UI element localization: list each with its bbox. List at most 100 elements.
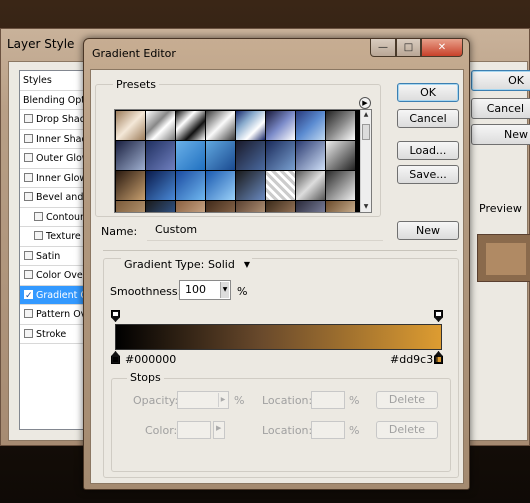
style-checkbox[interactable] [24, 328, 33, 338]
preset-swatch[interactable] [296, 171, 325, 200]
preset-swatch[interactable] [266, 201, 295, 212]
styles-list-item-label: Styles [23, 75, 52, 86]
scroll-thumb[interactable] [362, 124, 370, 140]
color-options-icon[interactable]: ▶ [213, 421, 225, 439]
delete-color-stop-button[interactable]: Delete [376, 421, 438, 439]
preset-swatch[interactable] [176, 201, 205, 212]
opacity-location-label: Location: [262, 394, 313, 407]
preset-swatch[interactable] [296, 201, 325, 212]
save-button[interactable]: Save... [397, 165, 459, 184]
preset-swatch[interactable] [326, 111, 355, 140]
preset-swatch[interactable] [206, 111, 235, 140]
maximize-button[interactable]: □ [396, 39, 421, 57]
preset-swatch[interactable] [266, 141, 295, 170]
cancel-button[interactable]: Cancel [397, 109, 459, 128]
presets-label: Presets [113, 78, 160, 91]
style-checkbox[interactable] [24, 114, 33, 123]
smoothness-dropdown-icon[interactable]: ▼ [220, 282, 229, 298]
preset-swatch[interactable] [176, 111, 205, 140]
preset-swatch[interactable] [326, 201, 355, 212]
styles-list-item-label: Contour [46, 211, 84, 223]
preset-swatch[interactable] [146, 171, 175, 200]
delete-opacity-stop-button[interactable]: Delete [376, 391, 438, 409]
style-checkbox[interactable] [34, 231, 43, 240]
style-checkbox[interactable] [24, 287, 33, 306]
gradient-name-input[interactable]: Custom [147, 221, 383, 241]
scroll-up-icon[interactable]: ▲ [361, 110, 371, 120]
chevron-down-icon: ▼ [243, 260, 250, 269]
preset-swatch[interactable] [116, 201, 145, 212]
gradient-type-select[interactable]: Solid ▼ [206, 257, 252, 275]
preset-swatch[interactable] [206, 141, 235, 170]
preset-swatch[interactable] [146, 201, 175, 212]
preset-swatch[interactable] [296, 111, 325, 140]
color-label: Color: [145, 424, 178, 437]
smoothness-unit: % [237, 285, 248, 298]
preset-swatch[interactable] [206, 171, 235, 200]
ok-button[interactable]: OK [397, 83, 459, 102]
style-checkbox[interactable] [24, 270, 33, 279]
new-gradient-button[interactable]: New [397, 221, 459, 240]
preset-swatch[interactable] [146, 141, 175, 170]
new-style-button[interactable]: New Style... [471, 124, 530, 145]
start-color-hex: #000000 [125, 353, 177, 366]
opacity-location-input[interactable] [311, 391, 345, 409]
gradient-bar[interactable] [115, 324, 442, 350]
minimize-icon: — [378, 42, 388, 53]
scroll-down-icon[interactable]: ▼ [361, 202, 371, 212]
smoothness-label: Smoothness: [110, 285, 182, 298]
load-button[interactable]: Load... [397, 141, 459, 160]
preset-swatch[interactable] [116, 171, 145, 200]
color-location-label: Location: [262, 424, 313, 437]
style-checkbox[interactable] [24, 133, 33, 143]
presets-menu-arrow-icon[interactable]: ▶ [359, 97, 371, 109]
presets-swatch-box: ▲ ▼ [114, 109, 372, 213]
gradient-editor-window: Gradient Editor — □ ✕ ▲ ▼ ▶ Presets OK C… [83, 38, 470, 490]
minimize-button[interactable]: — [370, 39, 396, 57]
styles-list-item-label: Stroke [36, 328, 67, 340]
layer-style-ok-button[interactable]: OK [471, 70, 530, 91]
style-checkbox[interactable] [24, 172, 33, 182]
stop-color-swatch[interactable] [177, 421, 211, 439]
styles-list-item-label: Inner Glow [36, 172, 88, 184]
opacity-input[interactable]: ▶ [177, 391, 229, 409]
smoothness-input[interactable]: 100 ▼ [179, 280, 231, 300]
close-button[interactable]: ✕ [421, 39, 463, 57]
close-icon: ✕ [437, 42, 447, 53]
preset-swatch[interactable] [236, 141, 265, 170]
gradient-type-value: Solid [208, 258, 235, 271]
preset-swatch[interactable] [146, 111, 175, 140]
preset-swatch[interactable] [266, 111, 295, 140]
preset-swatch[interactable] [206, 201, 235, 212]
opacity-label: Opacity: [133, 394, 179, 407]
style-checkbox[interactable] [24, 153, 33, 162]
preset-swatch[interactable] [176, 171, 205, 200]
color-location-input[interactable] [311, 421, 345, 439]
presets-scrollbar[interactable]: ▲ ▼ [360, 110, 371, 212]
preview-checkbox-label[interactable]: Preview [479, 202, 522, 215]
style-checkbox[interactable] [24, 309, 33, 318]
layer-style-title: Layer Style [7, 37, 75, 51]
name-label: Name: [101, 225, 138, 238]
preset-swatch[interactable] [116, 141, 145, 170]
preset-swatch[interactable] [236, 201, 265, 212]
preset-swatch[interactable] [116, 111, 145, 140]
preset-swatch[interactable] [176, 141, 205, 170]
preset-swatch[interactable] [296, 141, 325, 170]
maximize-icon: □ [403, 42, 414, 53]
preset-swatch[interactable] [266, 171, 295, 200]
presets-group: ▲ ▼ ▶ [95, 84, 381, 217]
style-checkbox[interactable] [24, 192, 33, 201]
preset-swatch[interactable] [326, 171, 355, 200]
preset-swatch[interactable] [326, 141, 355, 170]
separator [103, 250, 457, 251]
preset-swatch[interactable] [236, 171, 265, 200]
end-color-hex: #dd9c31 [390, 353, 441, 366]
preset-swatch[interactable] [236, 111, 265, 140]
layer-style-cancel-button[interactable]: Cancel [471, 98, 530, 119]
gradient-type-label: Gradient Type: [121, 258, 208, 271]
style-checkbox[interactable] [24, 250, 33, 260]
style-checkbox[interactable] [34, 211, 43, 221]
color-location-unit: % [349, 424, 360, 437]
opacity-dropdown-icon[interactable]: ▶ [218, 393, 227, 407]
